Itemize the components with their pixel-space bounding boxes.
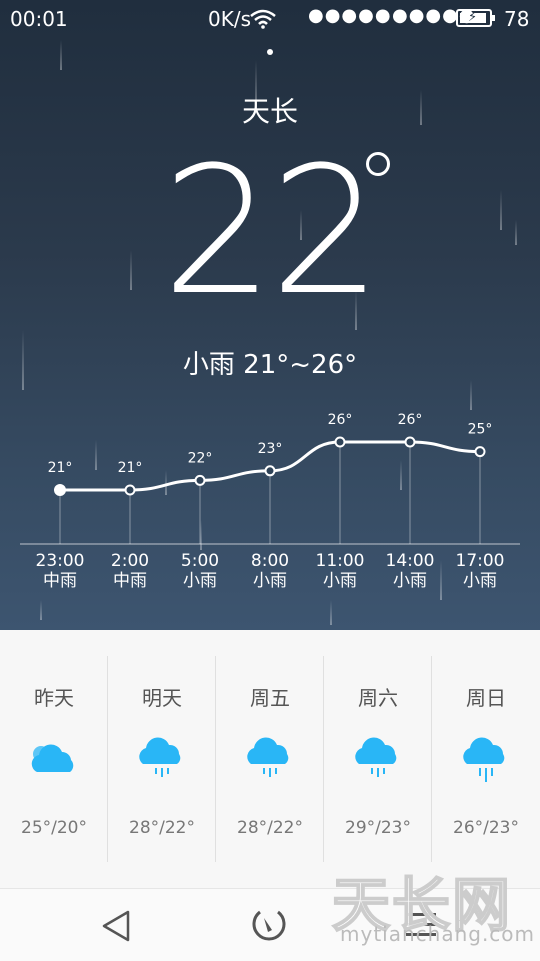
hour-condition-label: 小雨	[393, 571, 427, 591]
rain-streak	[60, 40, 62, 70]
city-name[interactable]: 天长	[0, 90, 540, 130]
day-name: 昨天	[34, 686, 74, 710]
rain-icon	[459, 734, 513, 784]
rain-streak	[500, 190, 502, 230]
hour-time-label: 8:00	[251, 551, 289, 571]
temperature-point	[474, 446, 486, 458]
temperature-point	[54, 484, 66, 496]
day-name: 周五	[250, 686, 290, 710]
daily-forecast-item[interactable]: 周六 29°/23°	[324, 630, 432, 888]
signal-strength-1: ●●●●●	[308, 5, 392, 26]
temperature-range: 26°/23°	[453, 818, 519, 838]
status-bar: 00:01 0K/s ●●●●● ●●●●● ⚡ 78	[0, 0, 540, 40]
hour-condition-label: 小雨	[463, 571, 497, 591]
daily-forecast-item[interactable]: 明天 28°/22°	[108, 630, 216, 888]
watermark-url: mytianchang.com	[340, 922, 536, 946]
day-name: 明天	[142, 686, 182, 710]
cloudy-icon	[27, 734, 81, 784]
temperature-range: 25°/20°	[21, 818, 87, 838]
temperature-point	[334, 436, 346, 448]
light-rain-icon	[351, 734, 405, 784]
temperature-label: 26°	[398, 412, 423, 428]
back-icon[interactable]	[100, 909, 132, 943]
network-speed: 0K/s	[208, 7, 251, 31]
day-name: 周六	[358, 686, 398, 710]
rain-streak	[130, 250, 132, 290]
hour-time-label: 23:00	[36, 551, 85, 571]
temperature-label: 25°	[468, 422, 493, 438]
hour-condition-label: 小雨	[323, 571, 357, 591]
hour-time-label: 2:00	[111, 551, 149, 571]
daily-forecast: 昨天 25°/20° 明天 28°/22° 周五 28°/22° 周六 29°/23° 周日 26…	[0, 630, 540, 888]
hour-condition-label: 中雨	[43, 571, 77, 591]
battery-level: 78	[504, 7, 530, 31]
page-indicator-dot[interactable]	[267, 49, 273, 55]
temperature-label: 21°	[48, 460, 73, 476]
temperature-label: 26°	[328, 412, 353, 428]
degree-symbol	[366, 152, 390, 176]
light-rain-icon	[135, 734, 189, 784]
home-icon[interactable]	[250, 906, 288, 944]
day-name: 周日	[466, 686, 506, 710]
hour-time-label: 17:00	[456, 551, 505, 571]
hourly-forecast-chart: 21°23:00中雨21°2:00中雨22°5:00小雨23°8:00小雨26°…	[20, 412, 520, 591]
weather-background: 00:01 0K/s ●●●●● ●●●●● ⚡ 78 天长 22 小雨 21°…	[0, 0, 540, 630]
status-time: 00:01	[10, 7, 68, 31]
hour-time-label: 14:00	[386, 551, 435, 571]
temperature-range: 28°/22°	[129, 818, 195, 838]
hour-condition-label: 中雨	[113, 571, 147, 591]
watermark: 天长网 mytianchang.com	[331, 860, 536, 960]
hour-condition-label: 小雨	[253, 571, 287, 591]
rain-streak	[330, 600, 332, 625]
light-rain-icon	[243, 734, 297, 784]
rain-streak	[40, 600, 42, 620]
temperature-range: 29°/23°	[345, 818, 411, 838]
temperature-point	[404, 436, 416, 448]
temperature-range: 28°/22°	[237, 818, 303, 838]
temperature-label: 23°	[258, 441, 283, 457]
temperature-point	[264, 465, 276, 477]
temperature-point	[194, 474, 206, 486]
daily-forecast-item[interactable]: 昨天 25°/20°	[0, 630, 108, 888]
hour-time-label: 11:00	[316, 551, 365, 571]
condition-range: 小雨 21°~26°	[182, 350, 358, 380]
temperature-label: 22°	[188, 450, 213, 466]
daily-forecast-item[interactable]: 周日 26°/23°	[432, 630, 540, 888]
rain-streak	[515, 220, 517, 245]
hour-condition-label: 小雨	[183, 571, 217, 591]
temperature-point	[124, 484, 136, 496]
hour-time-label: 5:00	[181, 551, 219, 571]
wifi-icon	[250, 9, 276, 29]
current-temperature: 22	[162, 129, 382, 334]
daily-forecast-item[interactable]: 周五 28°/22°	[216, 630, 324, 888]
battery-icon: ⚡	[456, 9, 495, 27]
temperature-label: 21°	[118, 460, 143, 476]
